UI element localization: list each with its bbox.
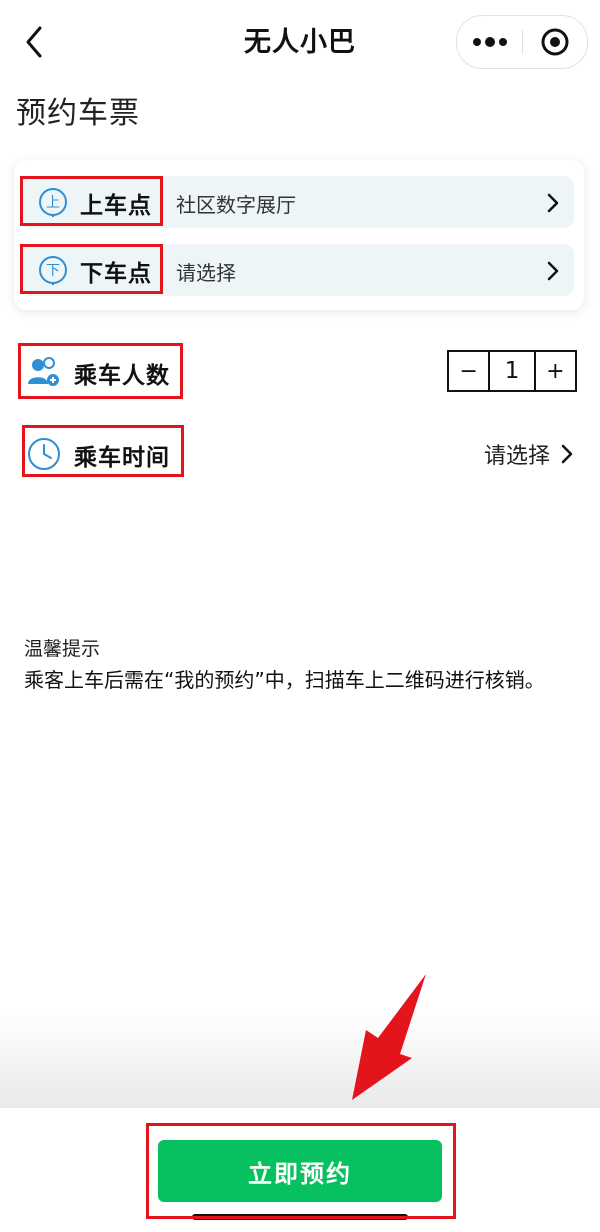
book-now-button[interactable]: 立即预约 xyxy=(158,1140,442,1202)
navigation-bar: 无人小巴 xyxy=(0,0,600,84)
chevron-right-icon xyxy=(547,261,559,281)
ride-time-value: 请选择 xyxy=(483,444,550,469)
pickup-label: 上车点 xyxy=(80,193,152,219)
clock-icon xyxy=(28,438,60,470)
dropoff-value: 请选择 xyxy=(176,261,236,285)
chevron-right-icon xyxy=(561,444,573,464)
tips-section: 温馨提示 乘客上车后需在“我的预约”中，扫描车上二维码进行核销。 xyxy=(24,634,564,696)
home-indicator xyxy=(192,1214,408,1220)
passenger-count-row: 乘车人数 − 1 + xyxy=(0,346,600,398)
section-heading: 预约车票 xyxy=(16,96,140,131)
passenger-count-value: 1 xyxy=(490,350,534,392)
bottom-shadow xyxy=(0,1010,600,1110)
tips-body: 乘客上车后需在“我的预约”中，扫描车上二维码进行核销。 xyxy=(24,668,545,692)
ride-time-picker[interactable]: 请选择 xyxy=(484,438,574,470)
dropoff-marker-icon: 下 xyxy=(39,256,67,285)
chevron-right-icon xyxy=(547,193,559,213)
people-icon xyxy=(28,357,59,386)
passenger-count-label: 乘车人数 xyxy=(74,363,170,389)
pickup-value: 社区数字展厅 xyxy=(176,193,296,217)
tips-title: 温馨提示 xyxy=(24,638,101,660)
mini-program-capsule xyxy=(456,15,588,69)
increase-button[interactable]: + xyxy=(533,350,578,392)
close-mini-program-button[interactable] xyxy=(523,16,587,68)
ride-time-label: 乘车时间 xyxy=(74,445,170,471)
passenger-count-stepper: − 1 + xyxy=(447,350,578,392)
dropoff-stop-row[interactable]: 下 下车点 请选择 xyxy=(20,244,574,296)
stops-card: 上 上车点 社区数字展厅 下 下车点 请选择 xyxy=(14,160,584,310)
pickup-marker-icon: 上 xyxy=(39,188,67,217)
target-circle-icon xyxy=(541,28,569,56)
decrease-button[interactable]: − xyxy=(447,350,491,392)
more-dots-icon xyxy=(473,37,507,47)
dropoff-marker-char: 下 xyxy=(46,263,60,279)
more-button[interactable] xyxy=(457,16,522,68)
pickup-marker-char: 上 xyxy=(46,195,60,211)
ride-time-row: 乘车时间 请选择 xyxy=(0,428,600,480)
dropoff-label: 下车点 xyxy=(80,261,152,287)
pickup-stop-row[interactable]: 上 上车点 社区数字展厅 xyxy=(20,176,574,228)
